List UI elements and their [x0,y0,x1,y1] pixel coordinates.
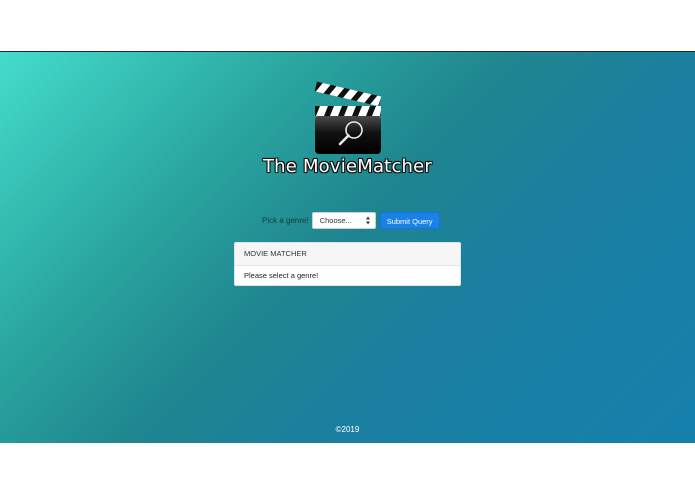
footer-copyright: ©2019 [335,425,360,434]
card-header: MOVIE MATCHER [235,243,460,266]
genre-label: Pick a genre! [262,216,309,225]
genre-select-value: Choose... [319,216,352,225]
submit-query-button[interactable]: Submit Query [379,212,440,229]
result-card: MOVIE MATCHER Please select a genre! [234,242,461,286]
genre-form: Pick a genre! Choose... Submit Query [262,211,440,230]
genre-select[interactable]: Choose... [311,212,376,229]
select-caret-icon [365,216,370,225]
page-background: The MovieMatcher Pick a genre! Choose...… [0,51,695,443]
clapperboard-magnifier-icon [314,81,382,154]
app-title: The MovieMatcher [262,156,433,177]
result-message: Please select a genre! [244,271,319,280]
